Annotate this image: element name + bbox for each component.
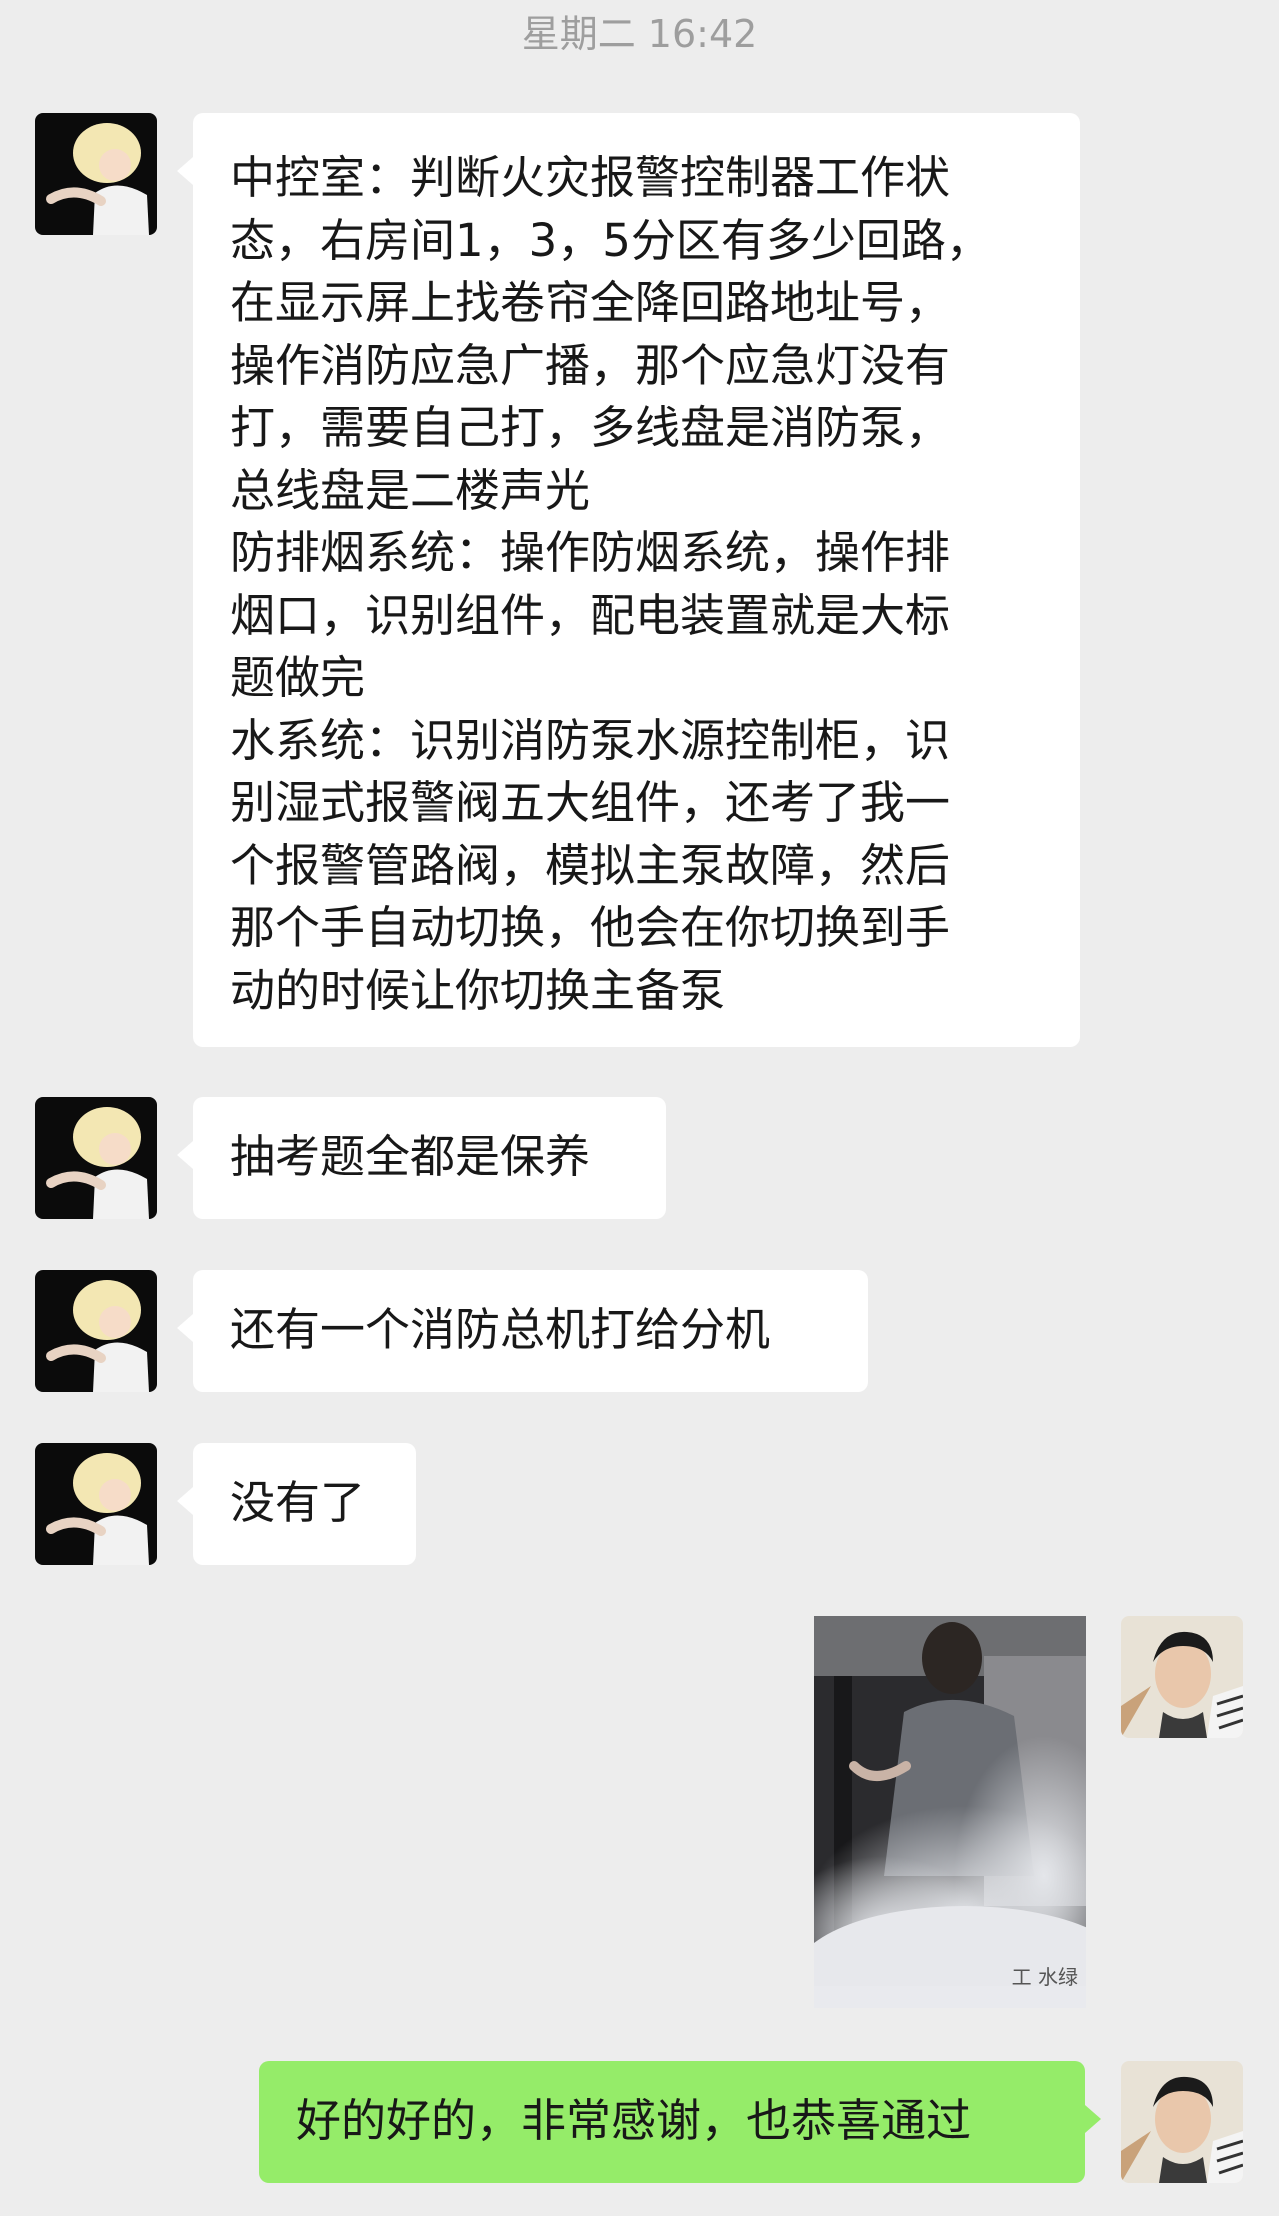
message-line: 防排烟系统：操作防烟系统，操作排 bbox=[230, 526, 951, 579]
message-line: 动的时候让你切换主备泵 bbox=[230, 963, 726, 1017]
message-line: 总线盘是二楼声光 bbox=[230, 463, 591, 517]
sticker-artwork bbox=[814, 1616, 1086, 2008]
message-bubble[interactable]: 没有了 bbox=[177, 1443, 416, 1565]
my-avatar[interactable] bbox=[1121, 1616, 1243, 1738]
message-line: 个报警管路阀，模拟主泵故障，然后 bbox=[230, 838, 951, 892]
message-line: 态，右房间1，3，5分区有多少回路， bbox=[230, 213, 991, 267]
contact-avatar-image bbox=[35, 113, 157, 235]
sticker-watermark: 工 水绿 bbox=[1011, 1965, 1078, 1989]
contact-avatar[interactable] bbox=[35, 1270, 157, 1392]
contact-avatar-image bbox=[35, 1270, 157, 1392]
contact-avatar[interactable] bbox=[35, 113, 157, 235]
message-bubble[interactable]: 抽考题全都是保养 bbox=[177, 1097, 666, 1219]
message-line: 题做完 bbox=[230, 651, 366, 704]
sticker-image[interactable]: 工 水绿 bbox=[814, 1616, 1086, 2008]
contact-avatar[interactable] bbox=[35, 1097, 157, 1219]
message-line: 在显示屏上找卷帘全降回路地址号， bbox=[230, 276, 951, 329]
contact-avatar-image bbox=[35, 1097, 157, 1219]
my-avatar-image bbox=[1121, 1616, 1243, 1738]
message-text: 还有一个消防总机打给分机 bbox=[230, 1303, 771, 1356]
message-line: 水系统：识别消防泵水源控制柜，识 bbox=[230, 713, 951, 767]
my-avatar-image bbox=[1121, 2061, 1243, 2183]
message-line: 烟口，识别组件，配电装置就是大标 bbox=[230, 588, 951, 642]
message-bubble[interactable]: 还有一个消防总机打给分机 bbox=[177, 1270, 868, 1392]
chat-view[interactable]: 星期二 16:42 中控室：判断火灾报警控制器工作状 态，右房间1，3，5分区有… bbox=[0, 0, 1279, 2216]
message-timestamp: 星期二 16:42 bbox=[521, 12, 758, 56]
contact-avatar-image bbox=[35, 1443, 157, 1565]
message-text: 好的好的，非常感谢，也恭喜通过 bbox=[296, 2094, 972, 2147]
message-text: 没有了 bbox=[230, 1476, 366, 1529]
message-line: 那个手自动切换，他会在你切换到手 bbox=[230, 901, 951, 954]
message-text: 抽考题全都是保养 bbox=[230, 1130, 591, 1183]
my-avatar[interactable] bbox=[1121, 2061, 1243, 2183]
message-line: 别湿式报警阀五大组件，还考了我一 bbox=[230, 776, 951, 829]
message-bubble[interactable]: 好的好的，非常感谢，也恭喜通过 bbox=[259, 2061, 1101, 2183]
message-line: 操作消防应急广播，那个应急灯没有 bbox=[230, 338, 951, 392]
message-line: 打，需要自己打，多线盘是消防泵， bbox=[230, 401, 951, 454]
message-line: 中控室：判断火灾报警控制器工作状 bbox=[230, 151, 951, 204]
message-bubble[interactable]: 中控室：判断火灾报警控制器工作状 态，右房间1，3，5分区有多少回路， 在显示屏… bbox=[177, 113, 1080, 1047]
contact-avatar[interactable] bbox=[35, 1443, 157, 1565]
